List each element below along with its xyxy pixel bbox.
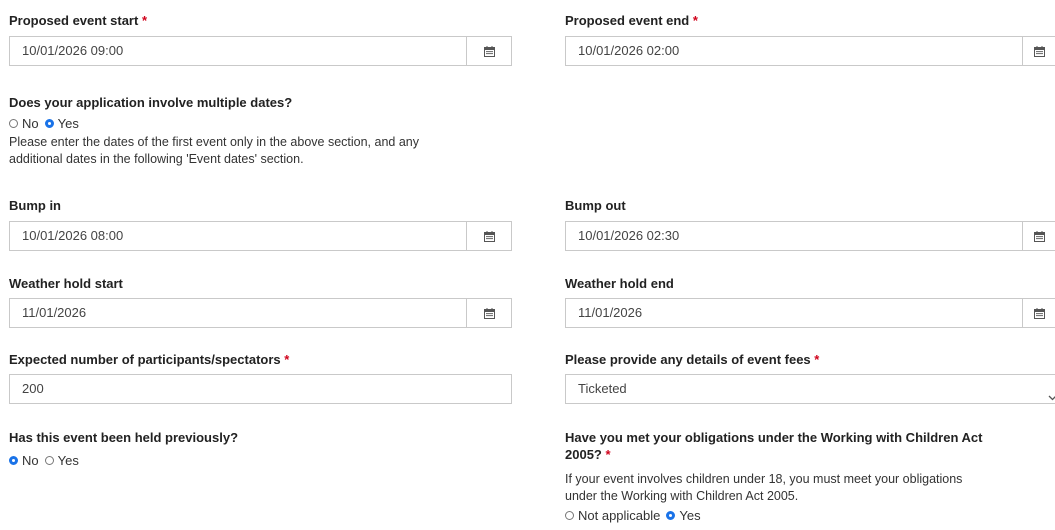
wwc-radio-group: Not applicable Yes bbox=[565, 507, 707, 524]
participants-label: Expected number of participants/spectato… bbox=[9, 352, 290, 367]
weather-hold-start-field: 11/01/2026 bbox=[9, 298, 512, 328]
wwc-radio-yes[interactable] bbox=[666, 511, 676, 520]
calendar-icon bbox=[1033, 45, 1045, 57]
required-marker: * bbox=[605, 447, 611, 462]
wwc-question-line-2: 2005? * bbox=[565, 447, 611, 462]
weather-hold-start-input[interactable]: 11/01/2026 bbox=[9, 298, 466, 328]
bump-in-field: 10/01/2026 08:00 bbox=[9, 221, 512, 251]
multiple-dates-radio-yes[interactable] bbox=[44, 119, 54, 128]
multiple-dates-radio-no[interactable] bbox=[9, 119, 18, 128]
proposed-end-label: Proposed event end * bbox=[565, 13, 698, 28]
proposed-end-datepicker-button[interactable] bbox=[1022, 36, 1055, 66]
radio-label-yes[interactable]: Yes bbox=[679, 507, 700, 524]
bump-out-datepicker-button[interactable] bbox=[1022, 221, 1055, 251]
weather-hold-start-datepicker-button[interactable] bbox=[466, 298, 512, 328]
wwc-help-line-1: If your event involves children under 18… bbox=[565, 472, 963, 486]
held-previously-question: Has this event been held previously? bbox=[9, 430, 239, 445]
event-fees-field: Ticketed bbox=[565, 374, 1055, 404]
calendar-icon bbox=[1033, 230, 1045, 242]
required-marker: * bbox=[814, 352, 820, 367]
radio-label-no[interactable]: No bbox=[22, 115, 39, 132]
held-previously-radio-group: No Yes bbox=[9, 452, 85, 469]
wwc-question-line-1: Have you met your obligations under the … bbox=[565, 430, 983, 445]
wwc-radio-not-applicable[interactable] bbox=[565, 511, 574, 520]
participants-field: 200 bbox=[9, 374, 512, 404]
participants-input[interactable]: 200 bbox=[9, 374, 512, 404]
proposed-start-field: 10/01/2026 09:00 bbox=[9, 36, 512, 66]
weather-hold-end-input[interactable]: 11/01/2026 bbox=[565, 298, 1022, 328]
weather-hold-start-label: Weather hold start bbox=[9, 276, 123, 291]
calendar-icon bbox=[483, 230, 495, 242]
bump-out-label: Bump out bbox=[565, 198, 626, 213]
event-details-form: Proposed event start * 10/01/2026 09:00 … bbox=[0, 0, 1055, 530]
calendar-icon bbox=[1033, 307, 1045, 319]
event-fees-selected-value: Ticketed bbox=[578, 381, 627, 396]
required-marker: * bbox=[692, 13, 698, 28]
proposed-end-input[interactable]: 10/01/2026 02:00 bbox=[565, 36, 1022, 66]
radio-label-yes[interactable]: Yes bbox=[58, 452, 79, 469]
calendar-icon bbox=[483, 45, 495, 57]
weather-hold-end-datepicker-button[interactable] bbox=[1022, 298, 1055, 328]
bump-out-field: 10/01/2026 02:30 bbox=[565, 221, 1055, 251]
multiple-dates-help-line-2: additional dates in the following 'Event… bbox=[9, 152, 304, 166]
radio-label-yes[interactable]: Yes bbox=[58, 115, 79, 132]
held-previously-radio-yes[interactable] bbox=[44, 456, 54, 465]
weather-hold-end-field: 11/01/2026 bbox=[565, 298, 1055, 328]
weather-hold-end-label: Weather hold end bbox=[565, 276, 674, 291]
required-marker: * bbox=[284, 352, 290, 367]
proposed-start-datepicker-button[interactable] bbox=[466, 36, 512, 66]
bump-out-input[interactable]: 10/01/2026 02:30 bbox=[565, 221, 1022, 251]
held-previously-radio-no[interactable] bbox=[9, 456, 18, 465]
wwc-help-line-2: under the Working with Children Act 2005… bbox=[565, 489, 799, 503]
bump-in-input[interactable]: 10/01/2026 08:00 bbox=[9, 221, 466, 251]
required-marker: * bbox=[141, 13, 148, 28]
event-fees-select[interactable]: Ticketed bbox=[565, 374, 1055, 404]
bump-in-label: Bump in bbox=[9, 198, 61, 213]
event-fees-label: Please provide any details of event fees… bbox=[565, 352, 820, 367]
chevron-down-icon bbox=[1048, 384, 1055, 412]
calendar-icon bbox=[483, 307, 495, 319]
proposed-end-field: 10/01/2026 02:00 bbox=[565, 36, 1055, 66]
radio-label-no[interactable]: No bbox=[22, 452, 39, 469]
proposed-start-label: Proposed event start * bbox=[9, 13, 148, 28]
bump-in-datepicker-button[interactable] bbox=[466, 221, 512, 251]
multiple-dates-radio-group: No Yes bbox=[9, 115, 85, 132]
multiple-dates-question: Does your application involve multiple d… bbox=[9, 95, 293, 110]
multiple-dates-help-line-1: Please enter the dates of the first even… bbox=[9, 135, 419, 149]
proposed-start-input[interactable]: 10/01/2026 09:00 bbox=[9, 36, 466, 66]
radio-label-not-applicable[interactable]: Not applicable bbox=[578, 507, 660, 524]
